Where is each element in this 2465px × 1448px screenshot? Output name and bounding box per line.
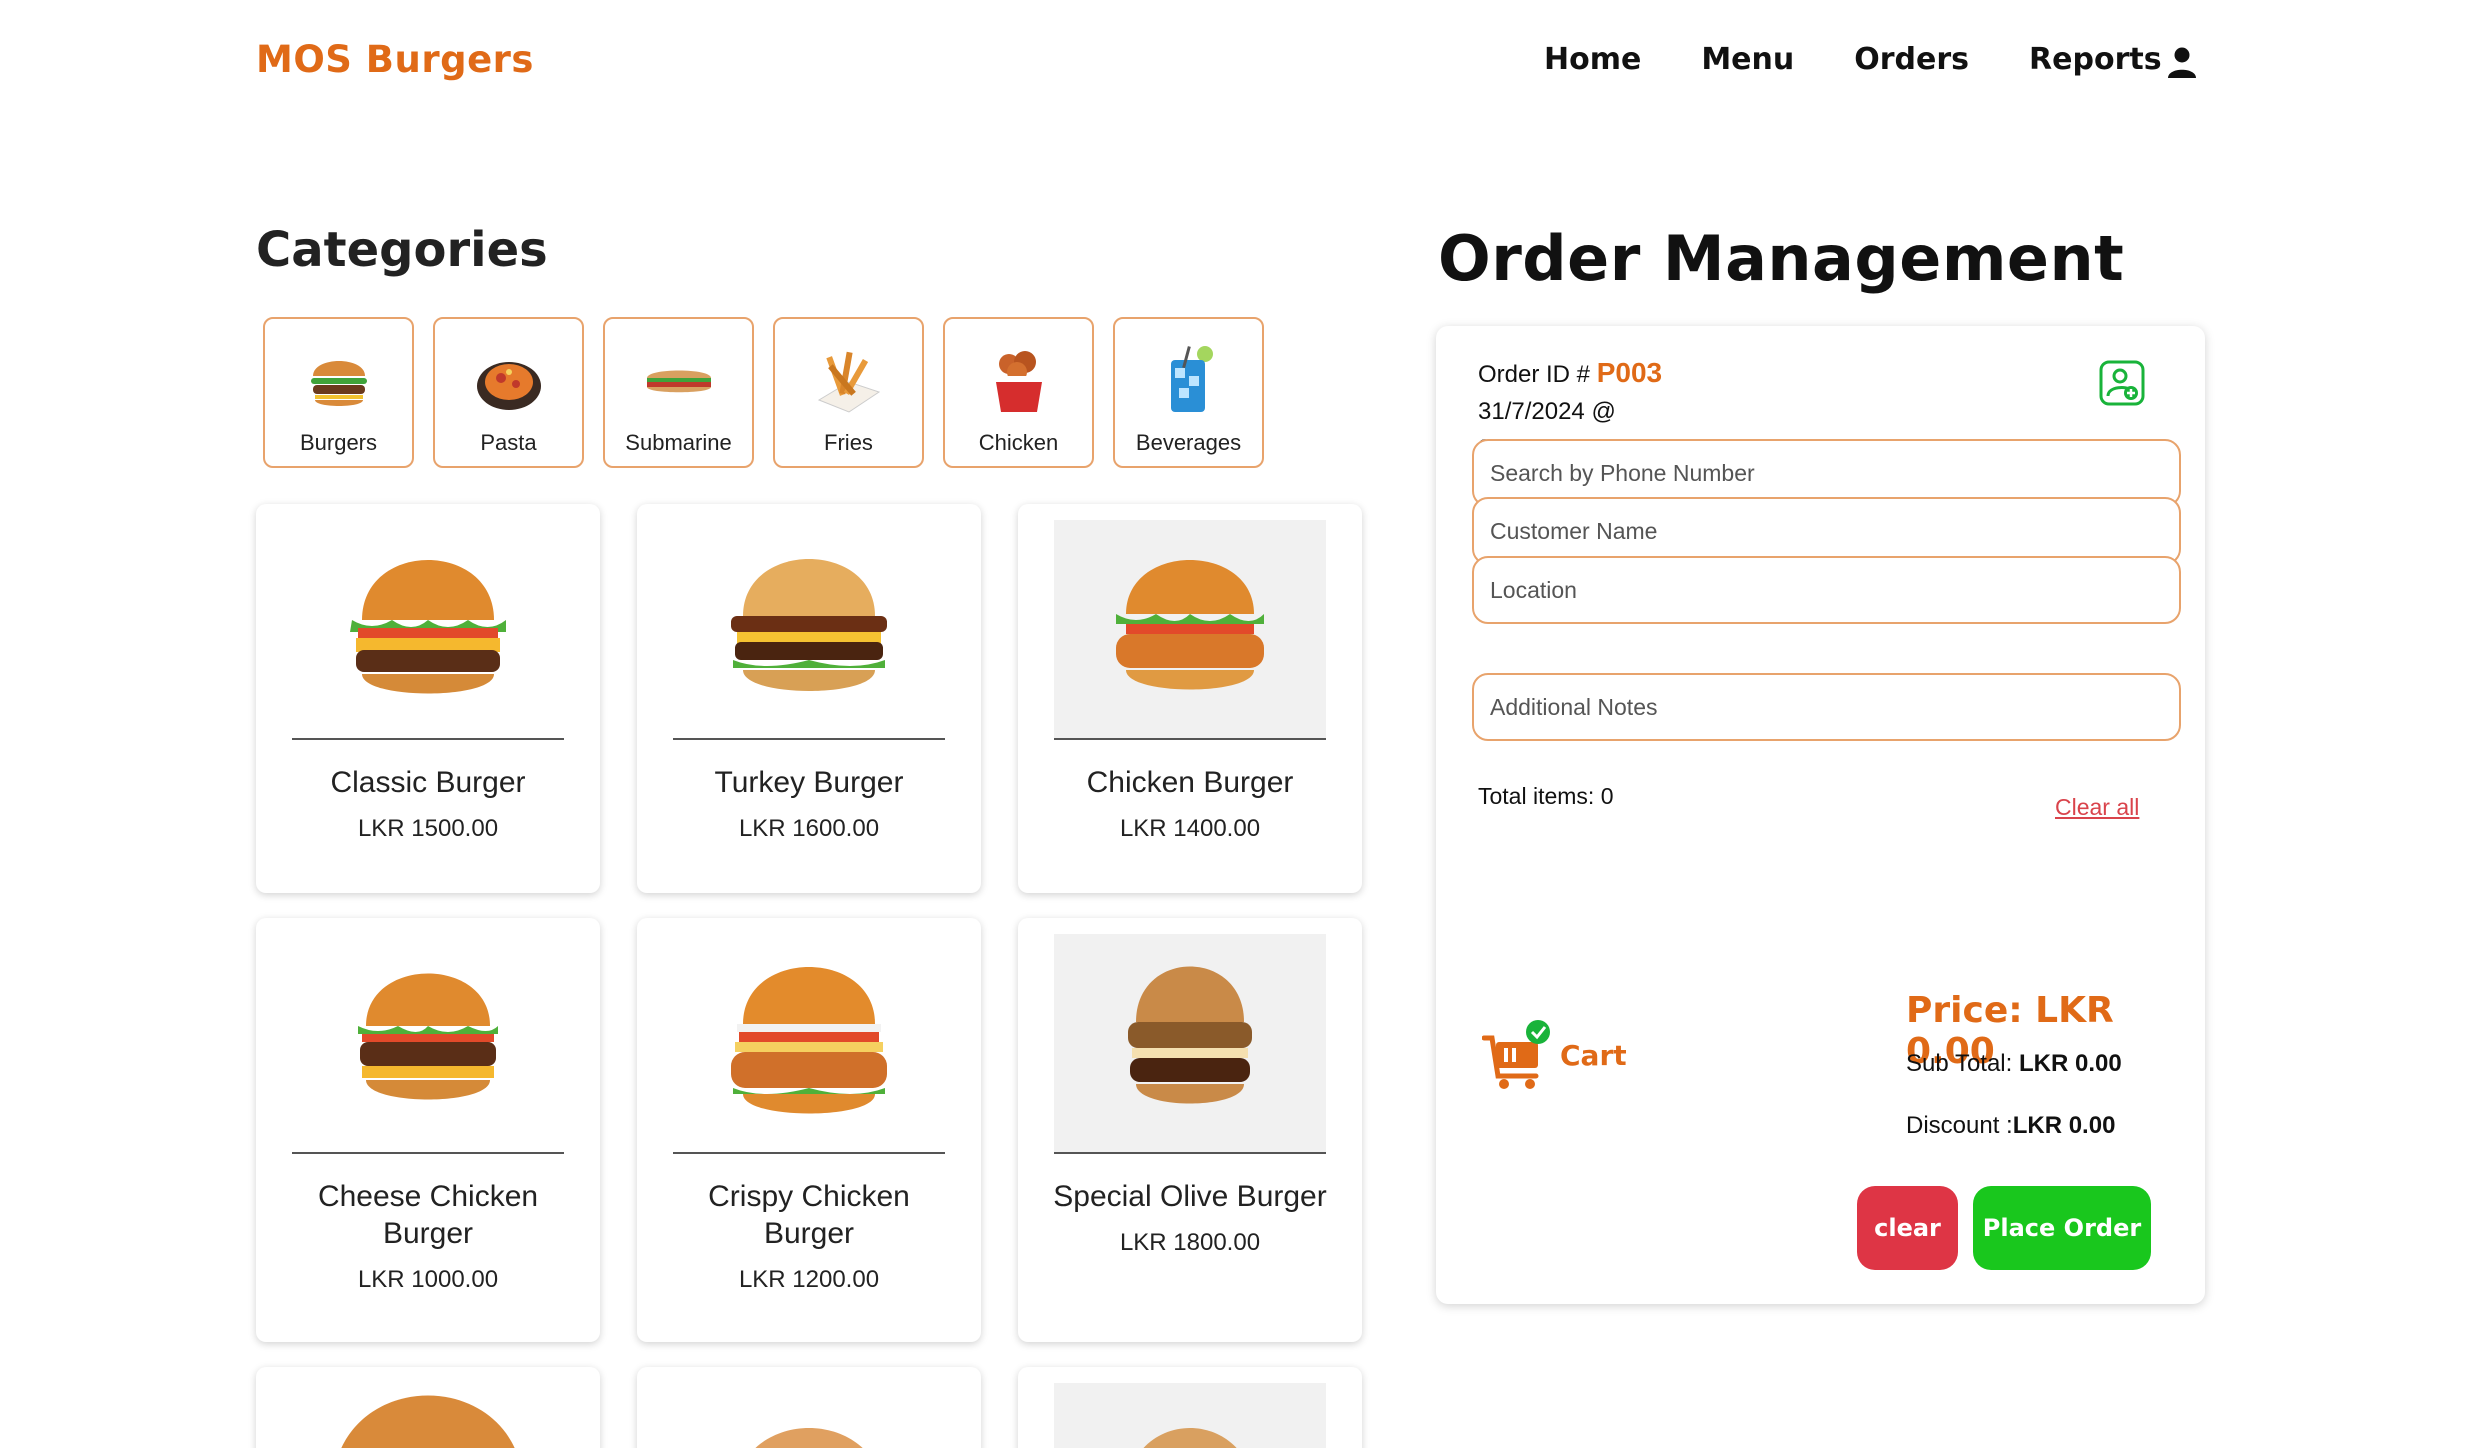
- nav-menu[interactable]: Menu: [1701, 42, 1794, 77]
- nav-home[interactable]: Home: [1544, 42, 1641, 77]
- subtotal-value: LKR 0.00: [2018, 1050, 2122, 1077]
- burger-image-icon: [1116, 560, 1264, 690]
- chicken-icon: [994, 351, 1043, 412]
- user-icon[interactable]: [2165, 45, 2199, 79]
- product-card[interactable]: Classic Burger LKR 1500.00: [256, 504, 600, 893]
- place-order-button[interactable]: Place Order: [1973, 1186, 2151, 1270]
- product-card[interactable]: Turkey Burger LKR 1600.00: [637, 504, 981, 893]
- nav-reports[interactable]: Reports: [2029, 42, 2162, 77]
- pasta-icon: [476, 362, 541, 410]
- product-price: LKR 1200.00: [738, 1266, 880, 1293]
- product-card[interactable]: [256, 1367, 600, 1448]
- fries-icon: [817, 351, 880, 413]
- product-price: LKR 1600.00: [738, 815, 880, 842]
- order-id-value: P003: [1596, 357, 1663, 388]
- product-image: [673, 520, 945, 740]
- product-card[interactable]: Cheese Chicken Burger LKR 1000.00: [256, 918, 600, 1342]
- product-name: Special Olive Burger: [1053, 1180, 1327, 1213]
- total-items: Total items: 0: [1478, 783, 1614, 809]
- burger-image-icon: [1128, 966, 1252, 1104]
- category-chicken[interactable]: Chicken: [943, 317, 1094, 468]
- categories-title: Categories: [256, 222, 548, 278]
- product-image: [1054, 520, 1326, 740]
- product-grid: Classic Burger LKR 1500.00 Turkey Burger…: [256, 504, 1362, 1448]
- location-input[interactable]: [1472, 556, 2181, 624]
- discount: Discount :LKR 0.00: [1906, 1112, 2115, 1140]
- product-image: [1054, 934, 1326, 1154]
- product-card[interactable]: Crispy Chicken Burger LKR 1200.00: [637, 918, 981, 1342]
- category-fries[interactable]: Fries: [773, 317, 924, 468]
- category-label: Submarine: [625, 430, 732, 455]
- burger-image-icon: [350, 560, 506, 694]
- product-price: LKR 1800.00: [1119, 1229, 1261, 1256]
- burger-image-icon: [755, 1428, 863, 1448]
- submarine-icon: [646, 370, 711, 393]
- product-price: LKR 1500.00: [357, 815, 499, 842]
- product-price: LKR 1000.00: [357, 1266, 499, 1293]
- product-image: [673, 934, 945, 1154]
- category-label: Chicken: [978, 430, 1059, 455]
- main-nav: Home Menu Orders Reports: [1544, 42, 2222, 77]
- order-panel: Order ID # P003 31/7/2024 @ 20:54:51 Tot…: [1436, 326, 2205, 1304]
- subtotal: Sub Total: LKR 0.00: [1906, 1050, 2122, 1078]
- discount-value: LKR 0.00: [2012, 1112, 2116, 1139]
- clear-button[interactable]: clear: [1857, 1186, 1958, 1270]
- product-card[interactable]: Chicken Burger LKR 1400.00: [1018, 504, 1362, 893]
- cart-icon: [1482, 1020, 1550, 1089]
- product-name: Cheese Chicken Burger: [317, 1180, 539, 1250]
- additional-notes-input[interactable]: [1472, 673, 2181, 741]
- burger-image-icon: [341, 1395, 515, 1448]
- category-list: Burgers Pasta Submarine Fries Chicken Be…: [263, 317, 1283, 468]
- order-id-label: Order ID #: [1478, 361, 1591, 388]
- order-date: 31/7/2024 @: [1478, 398, 1616, 425]
- burger-image-icon: [1054, 1383, 1326, 1448]
- product-image: [292, 520, 564, 740]
- category-burgers[interactable]: Burgers: [263, 317, 414, 468]
- burger-image-icon: [731, 559, 887, 691]
- order-management-title: Order Management: [1438, 222, 2125, 295]
- subtotal-label: Sub Total:: [1906, 1050, 2013, 1077]
- category-submarine[interactable]: Submarine: [603, 317, 754, 468]
- burger-image-icon: [731, 967, 887, 1114]
- brand-logo[interactable]: MOS Burgers: [256, 38, 534, 81]
- burger-icon: [310, 361, 367, 406]
- nav-orders[interactable]: Orders: [1854, 42, 1969, 77]
- category-label: Beverages: [1135, 430, 1242, 455]
- discount-label: Discount :: [1906, 1112, 2013, 1139]
- product-card[interactable]: [637, 1367, 981, 1448]
- category-label: Fries: [824, 430, 873, 455]
- product-name: Chicken Burger: [1086, 766, 1294, 799]
- category-label: Burgers: [299, 430, 378, 455]
- beverage-icon: [1170, 346, 1213, 412]
- product-name: Turkey Burger: [714, 766, 904, 799]
- clear-all-link[interactable]: Clear all: [2055, 794, 2139, 821]
- burger-image-icon: [358, 973, 498, 1100]
- product-card[interactable]: [1018, 1367, 1362, 1448]
- add-customer-icon[interactable]: [2099, 360, 2145, 406]
- product-card[interactable]: Special Olive Burger LKR 1800.00: [1018, 918, 1362, 1342]
- category-beverages[interactable]: Beverages: [1113, 317, 1264, 468]
- product-image: [292, 934, 564, 1154]
- cart-label: Cart: [1560, 1039, 1627, 1072]
- product-price: LKR 1400.00: [1119, 815, 1261, 842]
- category-label: Pasta: [480, 430, 537, 455]
- product-name: Crispy Chicken Burger: [708, 1180, 910, 1250]
- customer-name-input[interactable]: [1472, 497, 2181, 565]
- product-name: Classic Burger: [330, 766, 526, 799]
- category-pasta[interactable]: Pasta: [433, 317, 584, 468]
